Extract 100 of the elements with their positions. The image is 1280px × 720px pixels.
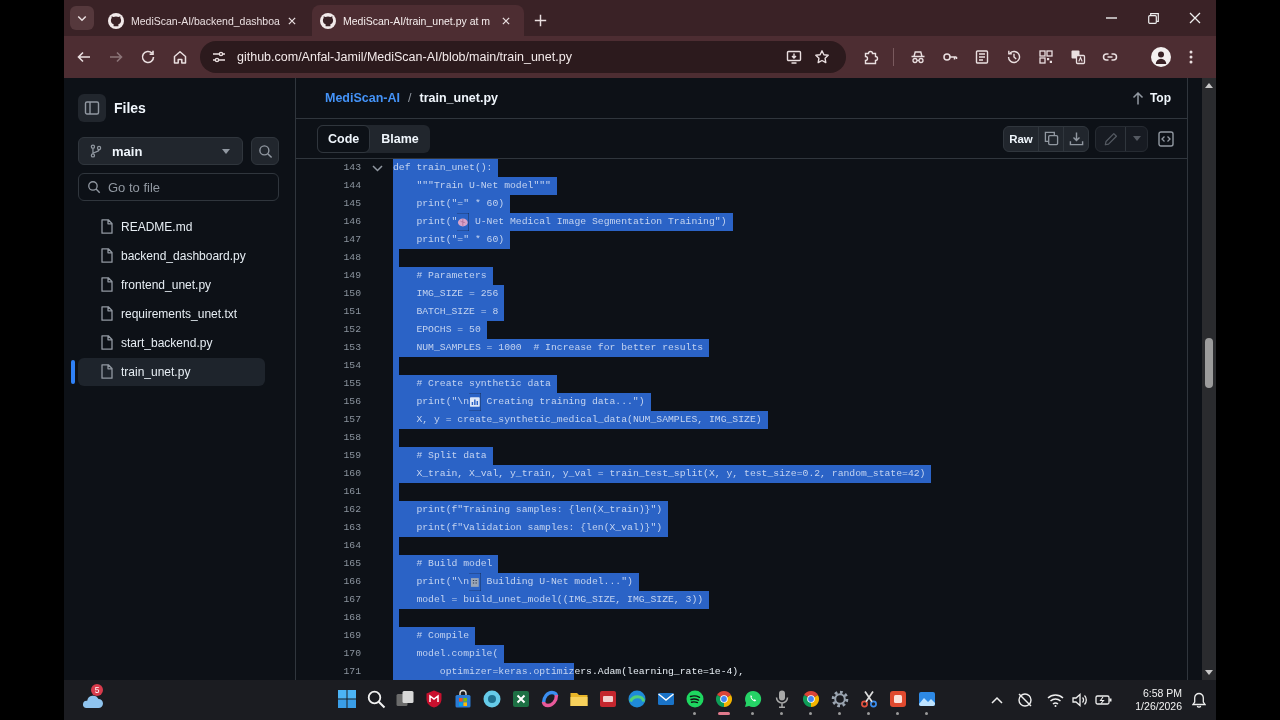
more-icon (1189, 50, 1193, 64)
file-search-field[interactable]: Go to file (78, 173, 279, 201)
code-text: model = build_unet_model((IMG_SIZE, IMG_SIZE, 3)) (393, 591, 704, 609)
line-number: 164 (342, 539, 361, 553)
disc-icon[interactable] (481, 689, 502, 709)
site-settings-icon[interactable] (211, 49, 227, 65)
raw-button[interactable]: Raw (1004, 126, 1038, 151)
line-number: 151 (342, 305, 361, 319)
line-number: 158 (342, 431, 361, 445)
line-number: 149 (342, 269, 361, 283)
browser-tab[interactable]: MediScan-AI/backend_dashboa (100, 5, 308, 36)
search-icon (87, 180, 101, 194)
puzzle-icon (863, 49, 879, 65)
square-tile-icon[interactable] (887, 689, 908, 709)
view-tab[interactable]: Blame (370, 124, 430, 153)
code-text: # Compile (393, 627, 470, 645)
new-tab-button[interactable] (532, 12, 548, 28)
avatar-icon (1151, 47, 1171, 67)
search-icon[interactable] (365, 689, 386, 709)
repository-link[interactable]: MediScan-AI (325, 91, 400, 105)
landscape-icon[interactable] (916, 689, 937, 709)
history-icon (1006, 49, 1022, 65)
reload-icon (140, 49, 156, 65)
wave-icon[interactable] (626, 689, 647, 709)
selection-indicator (71, 359, 75, 384)
file-item[interactable]: start_backend.py (78, 328, 265, 357)
scrollbar[interactable] (1202, 78, 1216, 680)
file-item[interactable]: train_unet.py (78, 357, 265, 386)
line-number: 143 (342, 161, 361, 175)
star-icon[interactable] (814, 49, 830, 65)
file-icon (101, 335, 113, 350)
symbols-button[interactable] (1156, 128, 1176, 149)
code-text: print("=" * 60) (393, 231, 505, 249)
code-text: # Parameters (393, 267, 487, 285)
code-text: IMG_SIZE = 256 (393, 285, 499, 303)
line-number: 150 (342, 287, 361, 301)
settings-icon[interactable] (829, 689, 850, 709)
minimize-icon (1105, 17, 1117, 19)
browser-tab[interactable]: MediScan-AI/train_unet.py at m (312, 5, 524, 36)
notification-count: 5 (91, 684, 103, 696)
view-tab[interactable]: Code (317, 124, 371, 153)
arrow-up-icon (1131, 91, 1144, 105)
sidebar-toggle-button[interactable] (78, 94, 106, 122)
restore-icon (1147, 12, 1159, 24)
translate-icon (1070, 49, 1086, 65)
segmented-circle-icon[interactable] (800, 689, 821, 709)
path-separator: / (408, 91, 412, 105)
address-bar[interactable]: github.com/Anfal-Jamil/MediScan-AI/blob/main/train_unet.py (200, 41, 846, 73)
monitor-download-icon[interactable] (786, 49, 802, 65)
overlapping-windows-icon[interactable] (394, 689, 415, 709)
segmented-circle-icon[interactable] (713, 689, 734, 709)
line-number: 153 (342, 341, 361, 355)
line-number: 157 (342, 413, 361, 427)
file-item[interactable]: backend_dashboard.py (78, 241, 265, 270)
top-link[interactable]: Top (1131, 91, 1171, 105)
chevron-up-icon[interactable] (991, 696, 1004, 704)
file-item[interactable]: README.md (78, 212, 265, 241)
shopping-bag-icon[interactable] (452, 689, 473, 709)
line-number: 147 (342, 233, 361, 247)
code-text: model.compile( (393, 645, 499, 663)
tab-search-button[interactable] (70, 6, 94, 30)
code-text: def train_unet(): (393, 159, 493, 177)
code-text: BATCH_SIZE = 8 (393, 303, 499, 321)
code-text: print("\n (393, 393, 470, 411)
app-tile-icon[interactable] (597, 689, 618, 709)
battery-icon[interactable] (1095, 694, 1114, 706)
wifi-icon[interactable] (1047, 693, 1065, 707)
chat-bubble-icon[interactable] (742, 689, 763, 709)
line-number: 148 (342, 251, 361, 265)
speaker-icon[interactable] (1072, 693, 1088, 707)
line-number: 159 (342, 449, 361, 463)
windows-start-icon[interactable] (336, 689, 357, 709)
close-icon (501, 15, 511, 26)
clock-date[interactable]: 1/26/2026 (1135, 700, 1182, 713)
line-number: 171 (342, 665, 361, 679)
arrow-right-icon (108, 49, 124, 65)
line-number: 166 (342, 575, 361, 589)
circle-waves-icon[interactable] (684, 689, 705, 709)
slashed-circle-icon[interactable] (1017, 692, 1034, 708)
branch-selector[interactable]: main (78, 137, 243, 165)
search-button[interactable] (251, 137, 279, 165)
file-icon (101, 364, 113, 379)
clock-time[interactable]: 6:58 PM (1142, 687, 1182, 700)
bell-icon[interactable] (1192, 692, 1206, 708)
file-icon (101, 277, 113, 292)
chevron-down-icon[interactable] (371, 164, 383, 172)
line-number: 162 (342, 503, 361, 517)
file-item[interactable]: frontend_unet.py (78, 270, 265, 299)
scissors-icon[interactable] (858, 689, 879, 709)
code-text: Creating training data...") (480, 393, 645, 411)
code-text: ers.Adam(learning_rate=1e-4), (574, 665, 745, 679)
code-text: print(f"Validation samples: {len(X_val)}") (393, 519, 663, 537)
line-number: 161 (342, 485, 361, 499)
spreadsheet-icon[interactable] (510, 689, 531, 709)
file-item[interactable]: requirements_unet.txt (78, 299, 265, 328)
swirl-icon[interactable] (539, 689, 560, 709)
line-number: 156 (342, 395, 361, 409)
close-icon (1189, 12, 1201, 24)
code-text: """Train U-Net model""" (393, 177, 551, 195)
file-icon (101, 219, 113, 234)
